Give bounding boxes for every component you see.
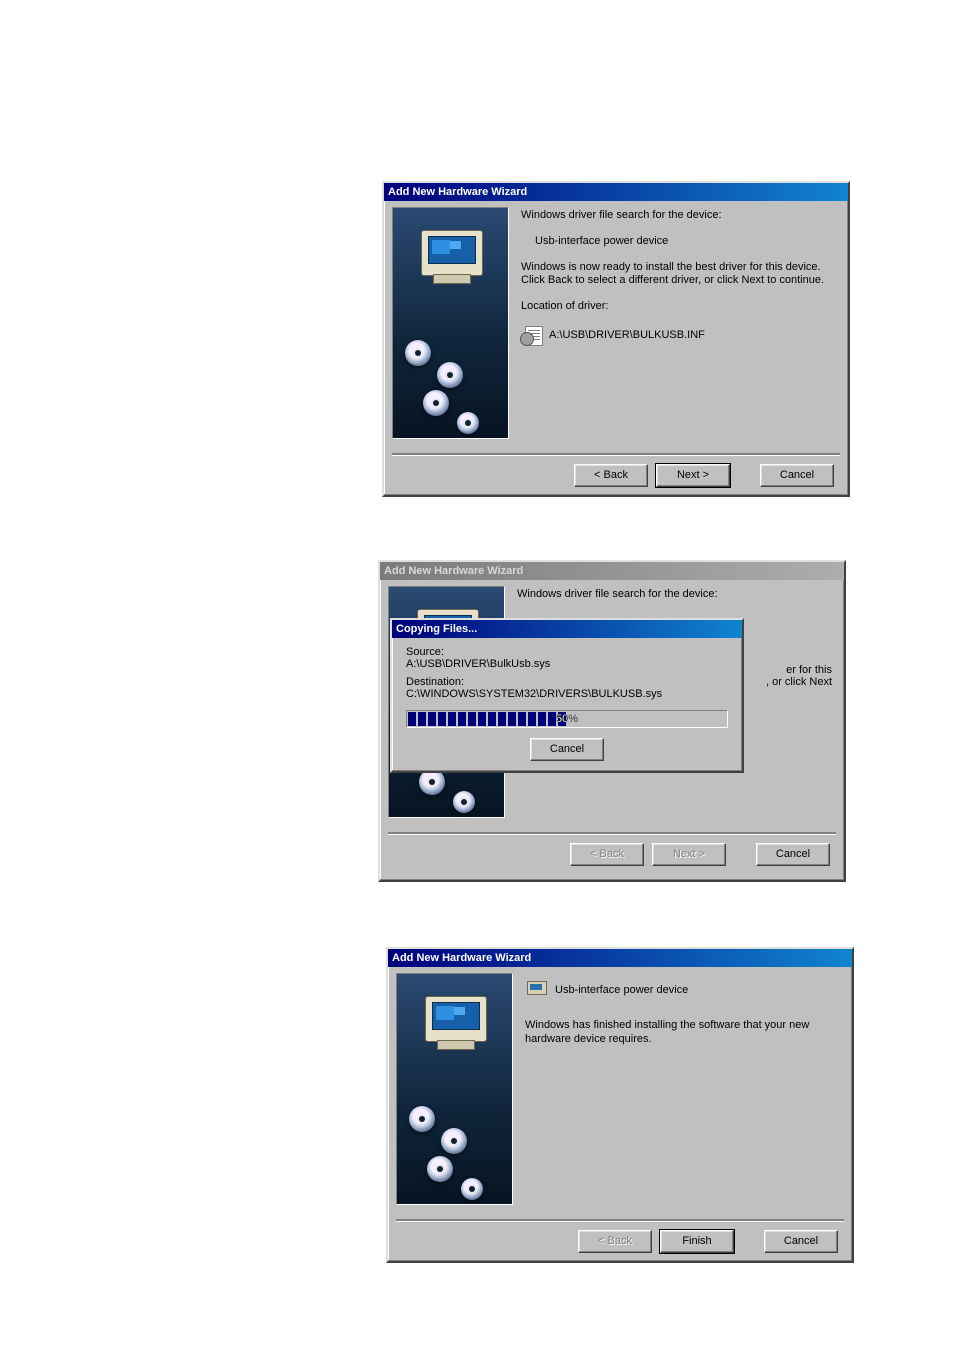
button-separator: [396, 1219, 844, 1222]
inf-file-icon: [521, 326, 543, 344]
wizard-window-finished: Add New Hardware Wizard Usb-interface po…: [386, 947, 854, 1263]
wizard-sidebar-image: [392, 207, 509, 439]
window-title: Add New Hardware Wizard: [388, 186, 527, 198]
driver-path: A:\USB\DRIVER\BULKUSB.INF: [549, 329, 705, 341]
back-button: < Back: [570, 843, 644, 866]
titlebar: Add New Hardware Wizard: [380, 562, 844, 580]
device-icon: [525, 979, 549, 1001]
popup-title: Copying Files...: [396, 623, 477, 635]
button-separator: [392, 453, 840, 456]
wizard-window-copying: Add New Hardware Wizard Windows driver f…: [378, 560, 846, 882]
window-title: Add New Hardware Wizard: [384, 565, 523, 577]
cancel-button[interactable]: Cancel: [756, 843, 830, 866]
back-button: < Back: [578, 1230, 652, 1253]
device-name: Usb-interface power device: [521, 235, 840, 249]
back-button[interactable]: < Back: [574, 464, 648, 487]
window-title: Add New Hardware Wizard: [392, 952, 531, 964]
destination-label: Destination:: [406, 676, 728, 688]
next-button[interactable]: Next >: [656, 464, 730, 487]
source-label: Source:: [406, 646, 728, 658]
wizard-window-ready: Add New Hardware Wizard Windows driver f…: [382, 181, 850, 497]
titlebar[interactable]: Add New Hardware Wizard: [384, 183, 848, 201]
titlebar[interactable]: Add New Hardware Wizard: [388, 949, 852, 967]
finished-text: Windows has finished installing the soft…: [525, 1019, 844, 1047]
cancel-button[interactable]: Cancel: [764, 1230, 838, 1253]
next-button: Next >: [652, 843, 726, 866]
titlebar[interactable]: Copying Files...: [392, 620, 742, 638]
ready-text: Windows is now ready to install the best…: [521, 261, 840, 289]
copy-progress-label: 50%: [407, 711, 727, 727]
location-label: Location of driver:: [521, 300, 840, 314]
copy-cancel-button[interactable]: Cancel: [530, 738, 604, 761]
button-separator: [388, 832, 836, 835]
search-heading: Windows driver file search for the devic…: [517, 588, 836, 602]
copying-files-dialog: Copying Files... Source: A:\USB\DRIVER\B…: [390, 618, 744, 773]
search-heading: Windows driver file search for the devic…: [521, 209, 840, 223]
cancel-button[interactable]: Cancel: [760, 464, 834, 487]
destination-value: C:\WINDOWS\SYSTEM32\DRIVERS\BULKUSB.sys: [406, 688, 728, 700]
wizard-sidebar-image: [396, 973, 513, 1205]
device-name: Usb-interface power device: [555, 984, 688, 996]
finish-button[interactable]: Finish: [660, 1230, 734, 1253]
copy-progress: 50%: [406, 710, 728, 728]
source-value: A:\USB\DRIVER\BulkUsb.sys: [406, 658, 728, 670]
